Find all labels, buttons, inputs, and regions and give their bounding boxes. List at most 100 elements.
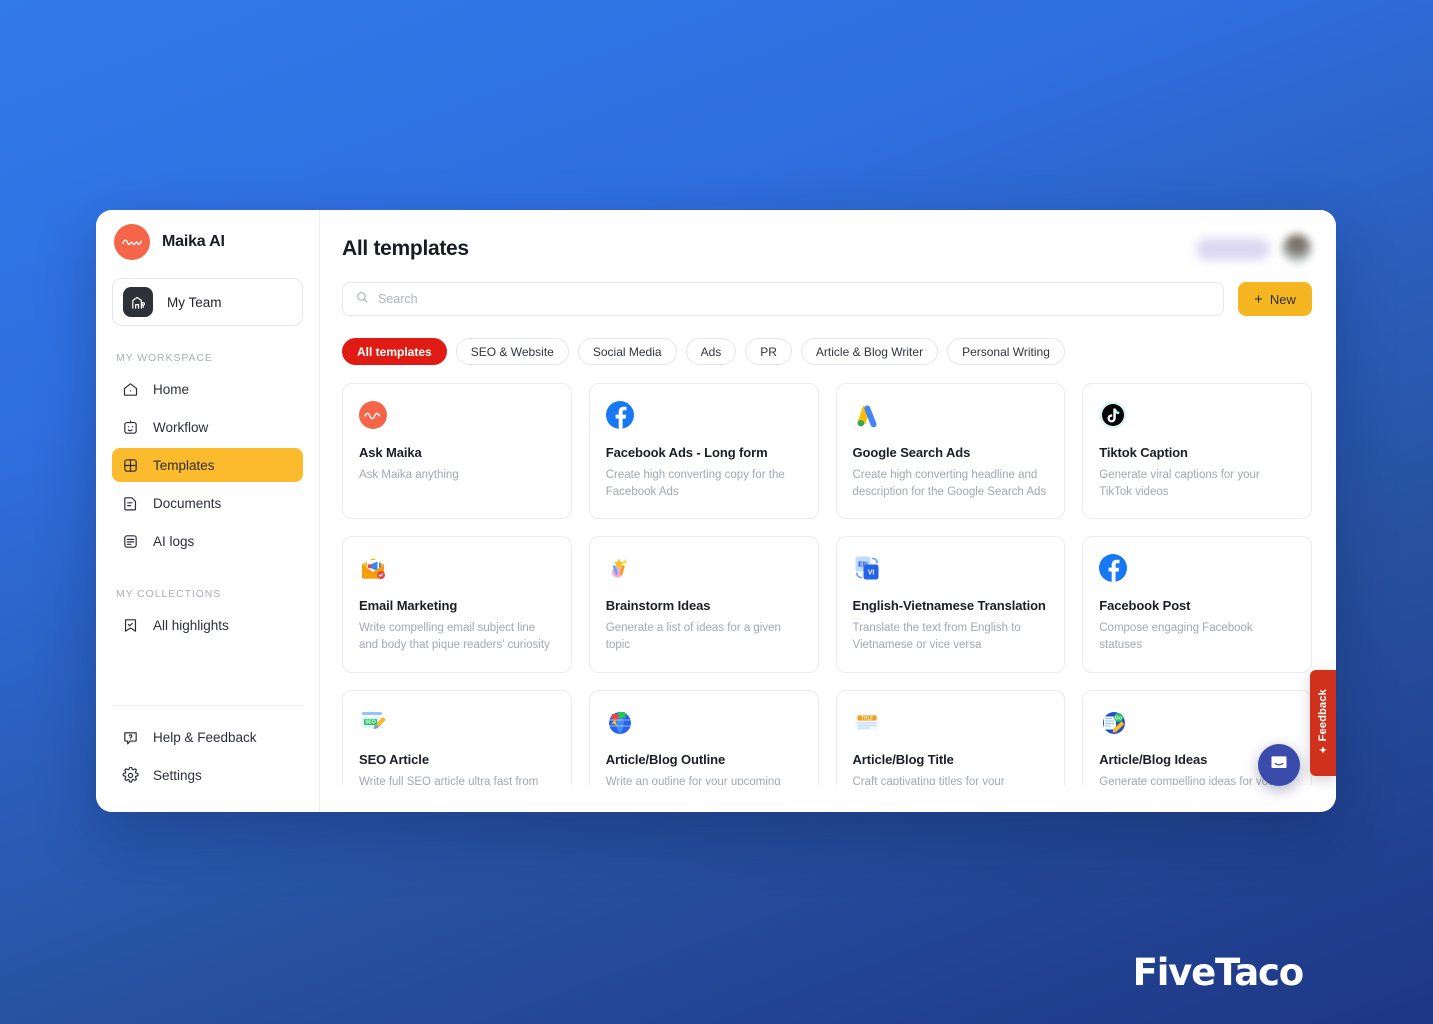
sidebar-item-label: Help & Feedback: [153, 729, 257, 745]
search-icon: [355, 290, 369, 309]
robot-face-icon: [122, 419, 139, 436]
header-right: [1196, 234, 1312, 264]
maika-wave-logo-icon: [114, 224, 150, 260]
blog-outline-globe-icon: [606, 708, 634, 736]
chip-social-media[interactable]: Social Media: [577, 338, 677, 365]
sidebar-item-settings[interactable]: Settings: [112, 758, 303, 792]
seo-pencil-icon: SEO: [359, 708, 387, 736]
template-card[interactable]: Tiktok Caption Generate viral captions f…: [1082, 383, 1312, 520]
article-ideas-icon: Go: [1099, 708, 1127, 736]
template-desc: Generate viral captions for your TikTok …: [1099, 469, 1260, 498]
template-card[interactable]: Ask Maika Ask Maika anything: [342, 383, 572, 520]
article-title-icon: TITLE: [853, 708, 881, 736]
svg-text:TITLE: TITLE: [861, 715, 873, 720]
sidebar-item-ai-logs[interactable]: AI logs: [112, 524, 303, 558]
logs-icon: [122, 533, 139, 550]
sidebar-item-label: AI logs: [153, 533, 195, 549]
svg-text:SEO: SEO: [365, 719, 376, 725]
brainstorm-icon: [606, 554, 634, 582]
sidebar-item-documents[interactable]: Documents: [112, 486, 303, 520]
template-card[interactable]: TITLE Article/Blog Title Craft captivati…: [835, 689, 1066, 785]
template-card[interactable]: EN VI English-Vietnamese Translation Tra…: [835, 536, 1066, 673]
chip-personal-writing[interactable]: Personal Writing: [947, 338, 1065, 365]
chip-all-templates[interactable]: All templates: [342, 338, 447, 365]
template-desc: Translate the text from English to Vietn…: [852, 622, 1021, 652]
template-desc: Craft captivating titles for your upcomi…: [852, 775, 1005, 785]
template-title: Tiktok Caption: [1099, 445, 1188, 460]
team-building-icon: [123, 287, 153, 317]
template-title: Google Search Ads: [852, 445, 971, 460]
question-circle-icon: [122, 729, 139, 746]
new-button[interactable]: + New: [1238, 282, 1312, 316]
sidebar-item-label: Documents: [153, 495, 222, 511]
sidebar-item-workflow[interactable]: Workflow: [112, 410, 303, 444]
svg-text:VI: VI: [867, 570, 874, 577]
maika-wave-logo-icon: [359, 401, 387, 429]
bookmark-check-icon: [122, 617, 139, 634]
home-icon: [122, 381, 139, 398]
template-card[interactable]: Brainstorm Ideas Generate a list of idea…: [588, 536, 819, 673]
sidebar-item-home[interactable]: Home: [112, 372, 303, 406]
template-desc: Ask Maika anything: [359, 469, 459, 481]
feedback-tab-label: Feedback: [1317, 688, 1329, 742]
template-title: Facebook Post: [1099, 598, 1191, 614]
my-team-button[interactable]: My Team: [112, 278, 303, 326]
page-title: All templates: [342, 237, 469, 260]
template-title: Article/Blog Outline: [605, 751, 726, 767]
section-title-workspace: MY WORKSPACE: [116, 352, 213, 364]
template-card[interactable]: Article/Blog Outline Write an outline fo…: [588, 689, 819, 785]
plus-icon: +: [1254, 290, 1263, 308]
template-desc: Create high converting copy for the Face…: [605, 469, 785, 498]
new-button-label: New: [1269, 291, 1296, 307]
chip-article-blog-writer[interactable]: Article & Blog Writer: [800, 338, 939, 365]
google-ads-icon: [853, 401, 881, 429]
sidebar-item-all-highlights[interactable]: All highlights: [112, 608, 303, 642]
template-desc: Generate a list of ideas for a given top…: [605, 622, 781, 652]
sidebar-footer: Help & Feedback Settings: [112, 705, 303, 812]
template-card[interactable]: Email Marketing Write compelling email s…: [342, 536, 572, 673]
sidebar-item-label: Templates: [153, 457, 215, 473]
main-header: All templates: [320, 210, 1336, 268]
sparkles-icon: ✦: [1318, 745, 1328, 758]
feedback-tab[interactable]: ✦ Feedback: [1310, 670, 1336, 776]
email-megaphone-icon: [359, 554, 387, 582]
template-title: English-Vietnamese Translation: [852, 598, 1046, 614]
template-desc: Write compelling email subject line and …: [359, 622, 550, 652]
search-box[interactable]: [342, 282, 1224, 316]
chip-seo-website[interactable]: SEO & Website: [455, 338, 569, 365]
template-title: Facebook Ads - Long form: [605, 445, 768, 460]
templates-grid: Ask Maika Ask Maika anything Facebook Ad…: [342, 383, 1312, 785]
chip-pr[interactable]: PR: [745, 338, 792, 365]
plan-badge-blurred[interactable]: [1196, 238, 1270, 260]
filter-chips: All templates SEO & Website Social Media…: [320, 316, 1336, 365]
facebook-icon: [605, 401, 634, 429]
template-card[interactable]: Google Search Ads Create high converting…: [835, 383, 1066, 520]
template-title: Email Marketing: [359, 598, 458, 614]
main-content: All templates + New All templates: [320, 210, 1336, 812]
sidebar-item-label: Settings: [153, 767, 202, 783]
sidebar-item-label: All highlights: [153, 617, 229, 633]
sidebar-item-templates[interactable]: Templates: [112, 448, 303, 482]
template-card[interactable]: Facebook Ads - Long form Create high con…: [588, 383, 819, 520]
template-desc: Create high converting headline and desc…: [852, 469, 1047, 498]
intercom-chat-button[interactable]: [1258, 744, 1300, 786]
template-card[interactable]: Facebook Post Compose engaging Facebook …: [1082, 536, 1312, 673]
app-window: Maika AI My Team MY WORKSPACE Home Workf…: [96, 210, 1336, 812]
sidebar-item-help-feedback[interactable]: Help & Feedback: [112, 720, 303, 754]
template-title: Brainstorm Ideas: [605, 598, 711, 614]
brand: Maika AI: [112, 210, 303, 274]
sidebar: Maika AI My Team MY WORKSPACE Home Workf…: [96, 210, 320, 812]
templates-scroll-area[interactable]: Ask Maika Ask Maika anything Facebook Ad…: [320, 365, 1336, 785]
sidebar-item-label: Workflow: [153, 419, 209, 435]
template-desc: Write full SEO article ultra fast from y…: [359, 775, 539, 785]
chip-ads[interactable]: Ads: [685, 338, 737, 365]
intercom-chat-icon: [1269, 753, 1289, 778]
template-title: SEO Article: [359, 751, 429, 767]
template-title: Article/Blog Title: [852, 751, 954, 767]
translate-en-vi-icon: EN VI: [853, 554, 881, 582]
search-input[interactable]: [378, 292, 1211, 306]
avatar[interactable]: [1282, 234, 1312, 264]
template-title: Ask Maika: [359, 445, 422, 460]
template-card[interactable]: SEO SEO Article Write full SEO article u…: [342, 689, 572, 785]
tiktok-icon: [1099, 401, 1127, 429]
